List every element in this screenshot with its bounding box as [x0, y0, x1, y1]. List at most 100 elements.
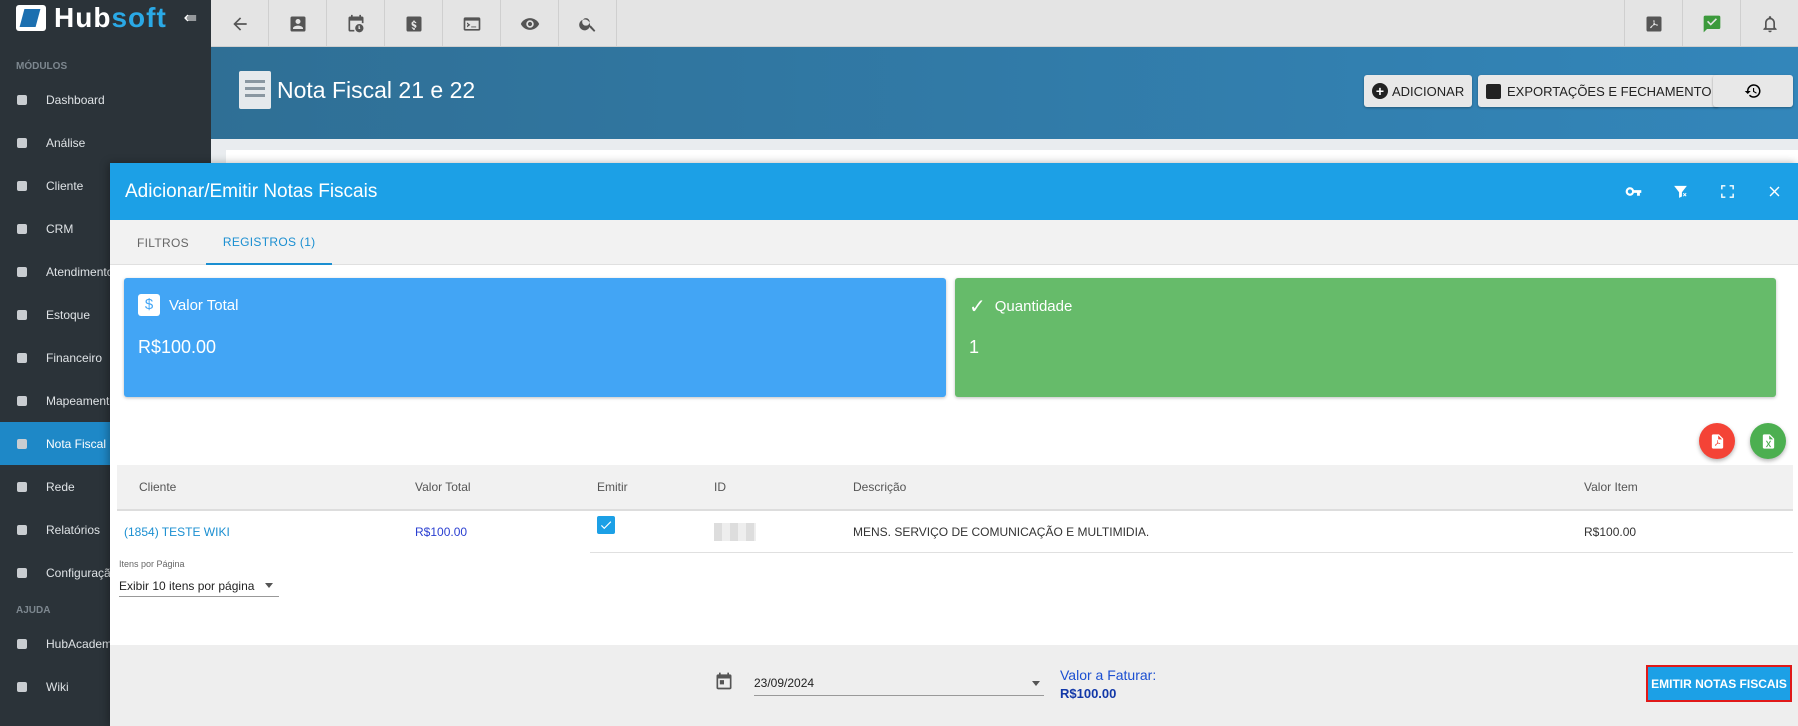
table-header: Cliente Valor Total Emitir ID Descrição … — [117, 465, 1793, 511]
brand-accent: soft — [111, 2, 167, 33]
add-button[interactable]: + ADICIONAR — [1364, 75, 1473, 107]
page-title: Nota Fiscal 21 e 22 — [277, 76, 476, 103]
finance-button[interactable] — [385, 0, 443, 47]
emit-checkbox[interactable] — [597, 516, 615, 534]
col-cliente[interactable]: Cliente — [139, 480, 176, 494]
sidebar-item-label: Relatórios — [46, 522, 101, 537]
items-per-page: Itens por Página Exibir 10 itens por pág… — [119, 559, 279, 597]
dollar-icon: $ — [138, 294, 160, 316]
receipt-icon — [239, 71, 271, 109]
amount-to-bill-value: R$100.00 — [1060, 686, 1117, 701]
emit-invoices-modal: Adicionar/Emitir Notas Fiscais FILTROS R… — [110, 163, 1798, 726]
dashboard-icon — [16, 94, 28, 106]
sidebar-item-label: CRM — [46, 221, 74, 236]
contact-icon — [16, 180, 28, 192]
search-button[interactable] — [559, 0, 617, 47]
terminal-button[interactable] — [443, 0, 501, 47]
view-button[interactable] — [501, 0, 559, 47]
chevron-down-icon — [1032, 680, 1040, 686]
history-icon — [1744, 84, 1761, 98]
fullscreen-icon — [1721, 185, 1734, 198]
search-icon — [578, 17, 595, 32]
money-icon — [16, 352, 28, 364]
col-valor-total[interactable]: Valor Total — [415, 480, 471, 494]
sidebar-item-label: Rede — [46, 479, 75, 494]
sidebar-item-label: Atendimento — [46, 264, 114, 279]
clear-filter-button[interactable] — [1657, 163, 1704, 220]
row-id-redacted — [714, 523, 756, 541]
items-per-page-select[interactable]: Exibir 10 itens por página — [119, 575, 279, 597]
sidebar-item-analise[interactable]: Análise — [0, 121, 211, 164]
toolbar-right — [1624, 0, 1798, 47]
top-toolbar — [211, 0, 1798, 47]
server-icon — [16, 481, 28, 493]
records-table: Cliente Valor Total Emitir ID Descrição … — [117, 465, 1793, 553]
bell-icon — [1762, 15, 1777, 32]
check-message-icon — [1703, 15, 1720, 32]
export-excel-button[interactable] — [1750, 423, 1786, 459]
collapse-menu-icon[interactable]: ⇚ — [184, 8, 197, 28]
board-icon — [16, 223, 28, 235]
total-value-amount: R$100.00 — [138, 337, 217, 357]
row-total-value: R$100.00 — [415, 525, 468, 539]
report-icon — [16, 524, 28, 536]
sidebar-item-label: Análise — [46, 135, 86, 150]
col-id[interactable]: ID — [714, 480, 726, 494]
tab-filtros[interactable]: FILTROS — [120, 220, 206, 265]
total-value-label: Valor Total — [169, 296, 239, 314]
row-item-value: R$100.00 — [1584, 525, 1637, 539]
date-value: 23/09/2024 — [754, 676, 815, 690]
export-pdf-button[interactable] — [1699, 423, 1735, 459]
key-button[interactable] — [1610, 163, 1657, 220]
emit-invoices-button[interactable]: EMITIR NOTAS FISCAIS — [1646, 665, 1792, 702]
contact-button[interactable] — [269, 0, 327, 47]
date-input[interactable]: 23/09/2024 — [754, 672, 1044, 696]
map-pin-icon — [16, 395, 28, 407]
pie-chart-icon — [16, 137, 28, 149]
sidebar-item-label: Nota Fiscal — [46, 436, 107, 451]
sidebar-item-label: Dashboard — [46, 92, 105, 107]
pdf-button[interactable] — [1624, 0, 1682, 47]
tasks-button[interactable] — [1682, 0, 1740, 47]
items-per-page-value: Exibir 10 itens por página — [119, 578, 255, 593]
sidebar-item-label: Wiki — [46, 679, 69, 694]
box-icon — [16, 309, 28, 321]
calendar-icon[interactable] — [714, 671, 734, 696]
modal-tabs: FILTROS REGISTROS (1) — [110, 220, 1798, 265]
sidebar-item-dashboard[interactable]: Dashboard — [0, 78, 211, 121]
col-valor-item[interactable]: Valor Item — [1584, 480, 1638, 494]
col-emitir[interactable]: Emitir — [597, 480, 628, 494]
add-button-label: ADICIONAR — [1392, 83, 1465, 99]
back-button[interactable] — [211, 0, 269, 47]
video-icon — [16, 638, 28, 650]
col-descricao[interactable]: Descrição — [853, 480, 906, 494]
wiki-icon — [16, 681, 28, 693]
quantity-card: ✓ Quantidade 1 — [955, 278, 1776, 397]
notifications-button[interactable] — [1740, 0, 1798, 47]
total-value-card: $ Valor Total R$100.00 — [124, 278, 946, 397]
export-button-label: EXPORTAÇÕES E FECHAMENTO — [1507, 83, 1712, 99]
section-modules: MÓDULOS — [16, 60, 68, 72]
sidebar-item-label: Mapeamento — [46, 393, 117, 408]
brand-logo[interactable]: Hubsoft ⇚ — [0, 0, 211, 36]
row-description: MENS. SERVIÇO DE COMUNICAÇÃO E MULTIMIDI… — [853, 525, 1150, 539]
gear-icon — [16, 567, 28, 579]
document-icon — [16, 438, 28, 450]
plus-circle-icon: + — [1372, 83, 1388, 99]
close-button[interactable] — [1751, 163, 1798, 220]
fullscreen-button[interactable] — [1704, 163, 1751, 220]
date-field: 23/09/2024 — [714, 671, 1044, 696]
quantity-value: 1 — [969, 337, 980, 357]
pdf-icon — [1711, 433, 1723, 449]
quantity-label: Quantidade — [994, 298, 1073, 315]
calendar-clock-icon — [348, 14, 363, 32]
calendar-clock-icon — [16, 266, 28, 278]
schedule-button[interactable] — [327, 0, 385, 47]
eye-icon — [520, 17, 539, 30]
export-button[interactable]: EXPORTAÇÕES E FECHAMENTO — [1478, 75, 1720, 107]
tab-registros[interactable]: REGISTROS (1) — [205, 220, 333, 265]
client-link[interactable]: (1854) TESTE WIKI — [124, 525, 230, 539]
close-icon — [1769, 186, 1780, 197]
history-button[interactable] — [1713, 75, 1793, 107]
pdf-file-icon — [1646, 16, 1661, 31]
